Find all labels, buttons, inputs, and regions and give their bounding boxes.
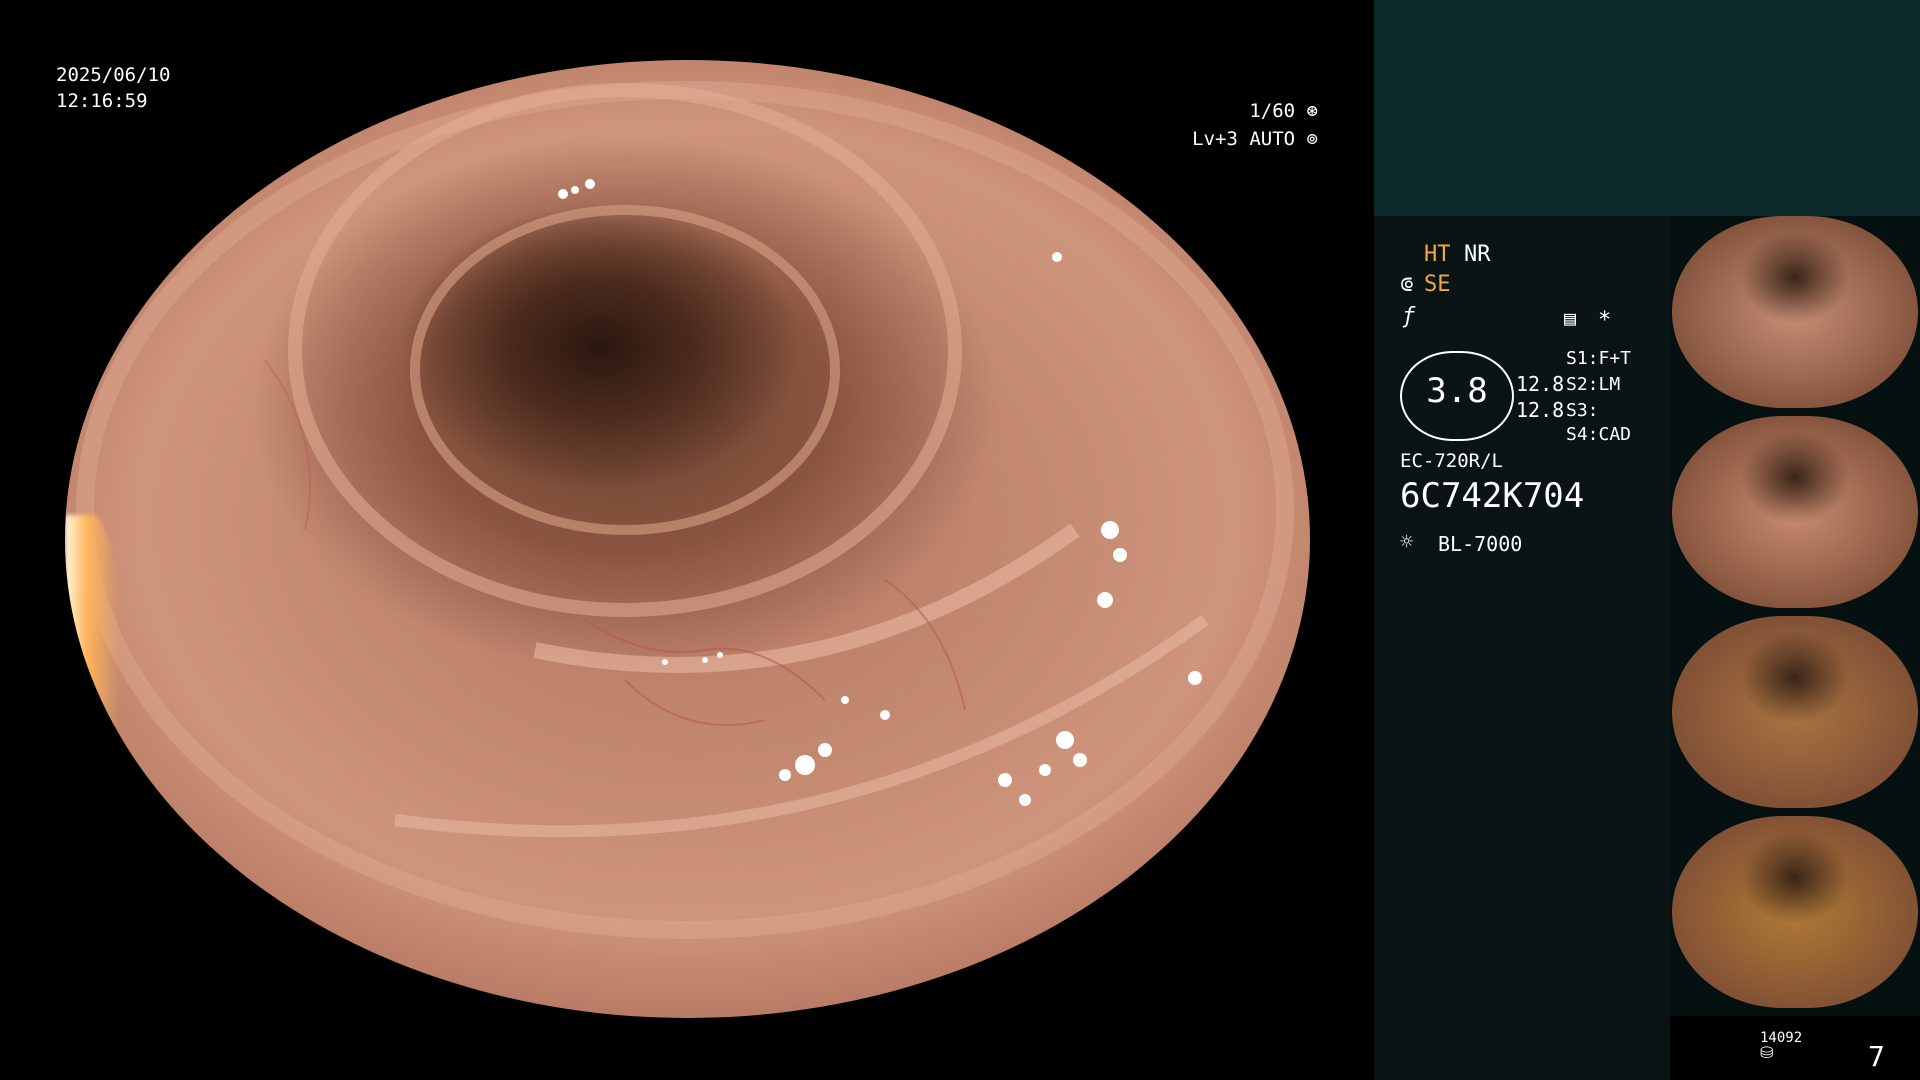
thumbnail-strip: 6C742K704 6C742K704 6C742K704 6C742K704 <box>1670 216 1920 1016</box>
thumbnail[interactable]: 6C742K704 <box>1672 216 1918 408</box>
memo-icon: ▤ <box>1564 306 1577 330</box>
thumbnail[interactable]: 6C742K704 <box>1672 816 1918 1008</box>
scope-model: EC-720R/L <box>1400 450 1503 472</box>
time-text: 12:16:59 <box>56 90 148 112</box>
switch-s4: S4:CAD <box>1566 424 1632 445</box>
disk-icon: ⛁ <box>1760 1043 1774 1062</box>
thumbnail[interactable]: 6C742K704 <box>1672 616 1918 808</box>
switch-s1: S1:F+T <box>1566 348 1632 369</box>
value-2: 12.8 <box>1516 398 1565 422</box>
light-source: BL-7000 <box>1438 532 1523 556</box>
switch-s3: S3: <box>1566 400 1599 421</box>
top-panel <box>1374 0 1920 216</box>
exposure-readout: Lv+3 AUTO ⊚ <box>1192 126 1318 152</box>
ht-indicator: HT <box>1424 242 1451 267</box>
shutter-readout: 1/60 ⊛ <box>1249 98 1318 124</box>
thumbnail-label: 6C742K704 <box>1676 995 1720 1004</box>
se-indicator: SE <box>1424 272 1451 297</box>
enhancement-value: 3.8 <box>1426 371 1488 411</box>
endoscope-image <box>65 60 1310 1018</box>
thumbnail[interactable]: 6C742K704 <box>1672 416 1918 608</box>
light-flare <box>65 515 120 805</box>
datetime-readout: 2025/06/10 12:16:59 <box>56 62 170 114</box>
page-number: 7 <box>1868 1040 1885 1073</box>
exposure-text: Lv+3 AUTO <box>1192 128 1296 150</box>
star-indicator: * <box>1598 308 1612 333</box>
shutter-text: 1/60 <box>1249 100 1296 122</box>
thumbnail-label: 6C742K704 <box>1676 595 1720 604</box>
shutter-icon: ⊛ <box>1306 100 1318 122</box>
info-panel: HT NR ⟃ SE ƒ ▤ * 3.8 12.8 12.8 S1:F+T S2… <box>1374 216 1670 1080</box>
date-text: 2025/06/10 <box>56 64 171 86</box>
f-icon: ƒ <box>1402 304 1416 329</box>
scissors-icon: ⟃ <box>1400 272 1414 297</box>
mucosa-folds <box>76 81 1294 939</box>
enhancement-gauge: 3.8 <box>1400 351 1514 441</box>
value-1: 12.8 <box>1516 372 1565 396</box>
image-counter: 14092 ⛁ <box>1760 1030 1802 1062</box>
lamp-icon: ☼ <box>1400 530 1414 555</box>
thumbnail-label: 6C742K704 <box>1676 395 1720 404</box>
thumbnail-label: 6C742K704 <box>1676 795 1720 804</box>
iris-icon: ⊚ <box>1306 128 1318 150</box>
scope-serial: 6C742K704 <box>1400 476 1585 516</box>
switch-s2: S2:LM <box>1566 374 1621 395</box>
nr-indicator: NR <box>1464 242 1491 267</box>
